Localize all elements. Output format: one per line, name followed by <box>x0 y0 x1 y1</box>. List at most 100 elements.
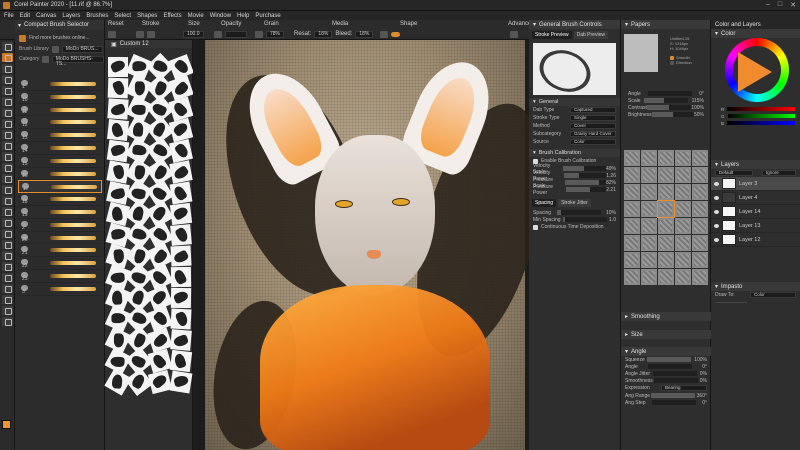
collapse-icon[interactable]: ▸ <box>625 313 628 320</box>
angle-jitter-slider[interactable] <box>652 371 697 376</box>
brush-variant[interactable]: 20 <box>18 232 102 245</box>
draw-to-select[interactable]: Color <box>750 292 796 298</box>
rotate-page-icon[interactable] <box>2 306 13 315</box>
menu-edit[interactable]: Edit <box>20 13 30 19</box>
menu-select[interactable]: Select <box>114 13 131 19</box>
menu-brushes[interactable]: Brushes <box>86 13 108 19</box>
layer-row[interactable]: Layer 14 <box>711 205 800 219</box>
expression-select[interactable]: Bearing <box>661 385 707 391</box>
paper-angle-slider[interactable] <box>648 91 692 96</box>
paper-tile[interactable] <box>641 269 657 285</box>
method-select[interactable]: Cover <box>570 123 616 129</box>
visibility-eye-icon[interactable] <box>714 181 719 186</box>
stroke-type-select[interactable]: Single <box>570 115 616 121</box>
composite-method-select[interactable]: Default <box>715 170 753 176</box>
shape-selection-icon[interactable] <box>2 207 13 216</box>
dab-thumbnail[interactable] <box>169 139 193 163</box>
paper-tile[interactable] <box>641 252 657 268</box>
transform-icon[interactable] <box>2 108 13 117</box>
paper-tile[interactable] <box>641 184 657 200</box>
advanced-icon[interactable] <box>510 30 518 38</box>
source-select[interactable]: Color <box>570 139 616 145</box>
collapse-icon[interactable]: ▾ <box>715 30 718 37</box>
paper-tile[interactable] <box>692 201 708 217</box>
paper-tile[interactable] <box>641 150 657 166</box>
stroke-freehand-icon[interactable] <box>136 30 144 38</box>
paper-tile[interactable] <box>624 269 640 285</box>
maximize-icon[interactable]: □ <box>778 1 782 9</box>
stroke-straight-icon[interactable] <box>147 30 155 38</box>
paper-tile[interactable] <box>658 184 674 200</box>
brush-variant[interactable]: 23 <box>18 270 102 283</box>
collapse-icon[interactable]: ▸ <box>625 331 628 338</box>
brush-variant[interactable]: 3 <box>18 283 102 296</box>
dab-thumbnail[interactable] <box>168 75 194 101</box>
paper-tile[interactable] <box>675 150 691 166</box>
category-select[interactable]: MoDo BRUSHS-TS... <box>51 55 104 66</box>
menu-window[interactable]: Window <box>210 13 231 19</box>
kaleidoscope-icon[interactable] <box>2 262 13 271</box>
red-slider[interactable] <box>727 107 795 111</box>
brush-selector-icon[interactable] <box>2 42 13 51</box>
brush-variant[interactable]: 10 <box>18 91 102 104</box>
menu-canvas[interactable]: Canvas <box>36 13 56 19</box>
dab-thumbnail[interactable] <box>147 327 173 353</box>
ang-step-slider[interactable] <box>651 400 696 405</box>
visibility-eye-icon[interactable] <box>714 223 719 228</box>
paper-tile[interactable] <box>692 235 708 251</box>
dab-thumbnail[interactable] <box>168 96 194 122</box>
magic-wand-icon[interactable] <box>2 152 13 161</box>
collapse-icon[interactable]: ▾ <box>533 150 536 156</box>
grain-icon[interactable] <box>255 30 263 38</box>
dab-thumbnail[interactable] <box>107 77 129 99</box>
perspective-icon[interactable] <box>2 273 13 282</box>
mirror-icon[interactable] <box>2 251 13 260</box>
paper-tile[interactable] <box>641 167 657 183</box>
text-icon[interactable] <box>2 196 13 205</box>
dab-thumbnail[interactable] <box>169 370 193 394</box>
dab-thumbnail[interactable] <box>170 245 192 267</box>
library-select[interactable]: MoDo BRUS... <box>61 45 103 53</box>
menu-shapes[interactable]: Shapes <box>137 13 157 19</box>
paper-tile[interactable] <box>675 167 691 183</box>
pressure-power-slider[interactable] <box>565 187 607 192</box>
artwork-canvas[interactable] <box>199 40 529 450</box>
paper-tile[interactable] <box>692 167 708 183</box>
paper-tile[interactable] <box>675 252 691 268</box>
paper-tile[interactable] <box>624 184 640 200</box>
layer-row[interactable]: Layer 13 <box>711 219 800 233</box>
dab-thumbnail[interactable] <box>147 306 173 332</box>
close-icon[interactable]: ✕ <box>790 1 796 9</box>
minimize-icon[interactable]: – <box>766 1 770 9</box>
menu-effects[interactable]: Effects <box>163 13 181 19</box>
brush-variant[interactable]: 19 <box>18 206 102 219</box>
find-more-brushes-link[interactable]: Find more brushes online... <box>29 35 90 41</box>
brush-variant[interactable]: 18 <box>18 193 102 206</box>
collapse-icon[interactable]: ▾ <box>18 22 21 29</box>
paper-tile[interactable] <box>692 150 708 166</box>
dab-thumbnail[interactable] <box>169 202 193 226</box>
bleed-field[interactable]: 18% <box>355 30 374 38</box>
paper-tile[interactable] <box>641 201 657 217</box>
canvas-area[interactable] <box>193 40 529 450</box>
paper-contrast-slider[interactable] <box>647 105 692 110</box>
composite-depth-select[interactable]: Ignore <box>762 170 796 176</box>
paper-icon[interactable] <box>2 317 13 326</box>
paper-tile[interactable] <box>692 252 708 268</box>
dab-thumbnail[interactable] <box>169 349 193 373</box>
dab-thumbnail[interactable] <box>168 117 194 143</box>
squeeze-slider[interactable] <box>647 357 692 362</box>
velocity-power-slider[interactable] <box>564 173 607 178</box>
pressure-scale-slider[interactable] <box>564 180 606 185</box>
grabber-icon[interactable] <box>2 284 13 293</box>
paper-tile[interactable] <box>624 218 640 234</box>
dab-thumbnail[interactable] <box>169 181 193 205</box>
brush-tool-icon[interactable] <box>2 53 13 62</box>
reset-label[interactable]: Reset <box>108 21 124 27</box>
dab-thumbnail[interactable] <box>108 57 128 77</box>
collapse-icon[interactable]: ▾ <box>625 21 628 28</box>
menu-purchase[interactable]: Purchase <box>255 13 280 19</box>
size-field[interactable]: 100.0 <box>183 30 204 38</box>
menu-layers[interactable]: Layers <box>62 13 80 19</box>
blue-slider[interactable] <box>727 121 795 125</box>
